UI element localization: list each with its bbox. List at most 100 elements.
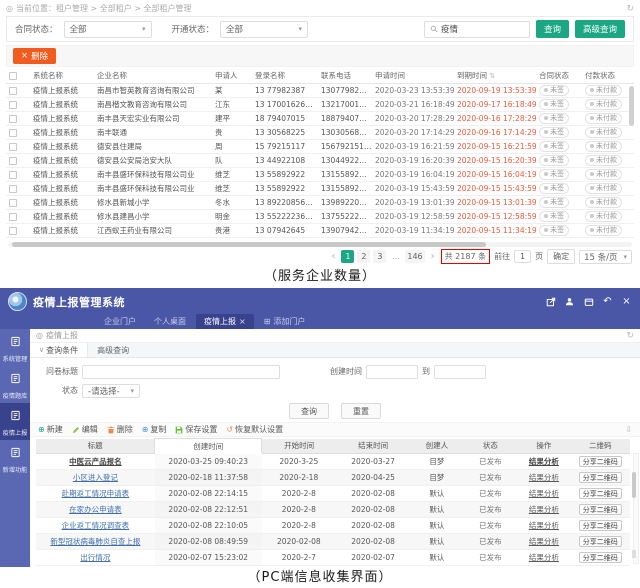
survey-title-link[interactable]: 在家办公申请表 — [69, 505, 122, 514]
row-checkbox[interactable] — [9, 129, 17, 137]
restore-default-button[interactable]: ↺恢复默认设置 — [226, 424, 283, 435]
column-header[interactable]: 登录名称 — [252, 68, 318, 83]
scrollbar-thumb[interactable] — [632, 472, 636, 498]
page-button[interactable]: 2 — [357, 250, 370, 263]
new-window-icon[interactable] — [545, 296, 556, 307]
select-all-checkbox[interactable] — [9, 72, 17, 80]
survey-title-link[interactable]: 出行情况 — [80, 553, 110, 562]
share-qrcode-button[interactable]: 分享二维码 — [579, 456, 622, 467]
row-checkbox[interactable] — [9, 171, 17, 179]
close-tab-icon[interactable]: × — [239, 317, 246, 326]
page-button[interactable]: 3 — [373, 250, 386, 263]
page-size-select[interactable]: 15 条/页▾ — [579, 250, 632, 264]
survey-title-link[interactable]: 中医云产品报名 — [69, 457, 122, 466]
survey-title-link[interactable]: 赴期返工情况申请表 — [62, 489, 130, 498]
result-analysis-link[interactable]: 结果分析 — [529, 505, 559, 514]
save-settings-button[interactable]: 保存设置 — [175, 424, 217, 435]
open-status-select[interactable]: 全部▾ — [220, 21, 308, 38]
vertical-scrollbar[interactable] — [633, 453, 639, 564]
survey-title-link[interactable]: 小区进入登记 — [73, 473, 118, 482]
survey-title-link[interactable]: 新型冠状病毒肺炎自查上报 — [50, 537, 140, 546]
table-row[interactable]: 疫情上报系统 南丰县盛环保科技有限公司业 维芝 13 55892922 1315… — [6, 181, 634, 195]
collapse-icon[interactable]: ⇩ — [625, 425, 632, 434]
edit-button[interactable]: 编辑 — [72, 424, 98, 435]
column-header[interactable]: 二维码 — [571, 439, 630, 454]
column-header[interactable]: 创建人 — [410, 439, 463, 454]
column-header[interactable]: 操作 — [517, 439, 570, 454]
user-icon[interactable] — [564, 296, 575, 307]
result-analysis-link[interactable]: 结果分析 — [529, 537, 559, 546]
sort-icon[interactable]: ⇅ — [489, 72, 495, 80]
result-analysis-link[interactable]: 结果分析 — [529, 553, 559, 562]
delete-button[interactable]: 删除 — [107, 424, 133, 435]
result-analysis-link[interactable]: 结果分析 — [529, 521, 559, 530]
scrollbar-thumb[interactable] — [12, 242, 486, 247]
column-header[interactable]: 付款状态 — [582, 68, 634, 83]
vertical-scrollbar[interactable] — [629, 86, 634, 126]
confirm-button[interactable]: 确定 — [547, 249, 575, 264]
row-checkbox[interactable] — [9, 157, 17, 165]
share-qrcode-button[interactable]: 分享二维码 — [579, 504, 622, 515]
created-to-input[interactable] — [434, 365, 486, 379]
column-header[interactable]: 系统名称 — [30, 68, 94, 83]
table-row[interactable]: 疫情上报系统 南昌楷文教育咨询有限公司 江东 13 17001626… 1321… — [6, 97, 634, 111]
column-header[interactable]: 状态 — [464, 439, 517, 454]
table-row[interactable]: 出行情况 2020-02-07 15:23:02 2020-2-7 2020-0… — [36, 550, 630, 566]
table-row[interactable]: 疫情上报系统 南丰县天宏实业有限公司 建平 18 79407015 188794… — [6, 111, 634, 125]
survey-title-input[interactable] — [82, 365, 280, 379]
query-button[interactable]: 查询 — [289, 403, 329, 419]
row-checkbox[interactable] — [9, 227, 17, 235]
new-button[interactable]: ⊕新建 — [38, 424, 63, 435]
search-input[interactable] — [441, 24, 523, 34]
table-row[interactable]: 疫情上报系统 南丰联通 贵 13 30568225 13030568… 2020… — [6, 125, 634, 139]
close-icon[interactable]: × — [621, 296, 632, 307]
status-select[interactable]: -请选择-▾ — [82, 384, 140, 398]
column-header[interactable]: 合同状态 — [536, 68, 582, 83]
refresh-icon[interactable]: ↻ — [626, 331, 634, 341]
share-qrcode-button[interactable]: 分享二维码 — [579, 536, 622, 547]
row-checkbox[interactable] — [9, 115, 17, 123]
row-checkbox[interactable] — [9, 101, 17, 109]
table-row[interactable]: 疫情上报系统 德安县住建局 周 15 79215117 156792151… 2… — [6, 139, 634, 153]
next-page-icon[interactable]: › — [429, 251, 437, 262]
tab-advanced-query[interactable]: 高级查询 — [88, 343, 138, 357]
created-from-input[interactable] — [366, 365, 418, 379]
panel-icon[interactable] — [583, 296, 594, 307]
back-icon[interactable]: ↶ — [602, 296, 613, 307]
column-header[interactable]: 开始时间 — [262, 439, 336, 454]
result-analysis-link[interactable]: 结果分析 — [529, 473, 559, 482]
result-analysis-link[interactable]: 结果分析 — [529, 457, 559, 466]
table-row[interactable]: 企业返工情况调查表 2020-02-08 22:10:05 2020-2-8 2… — [36, 518, 630, 534]
copy-button[interactable]: ⊕复制 — [142, 424, 167, 435]
column-header[interactable]: 联系电话 — [318, 68, 372, 83]
row-checkbox[interactable] — [9, 87, 17, 95]
sidebar-item[interactable]: 新增功能 — [0, 440, 30, 477]
table-row[interactable]: 疫情上报系统 修水县新城小学 冬水 13 89220856… 13989220…… — [6, 195, 634, 209]
reset-button[interactable]: 重置 — [341, 403, 381, 419]
portal-tab-2[interactable]: 疫情上报× — [196, 314, 254, 329]
row-checkbox[interactable] — [9, 143, 17, 151]
table-row[interactable]: 新型冠状病毒肺炎自查上报 2020-02-08 08:49:59 2020-02… — [36, 534, 630, 550]
survey-title-link[interactable]: 企业返工情况调查表 — [62, 521, 130, 530]
share-qrcode-button[interactable]: 分享二维码 — [579, 472, 622, 483]
column-header[interactable]: 结束时间 — [336, 439, 410, 454]
goto-page-input[interactable] — [514, 250, 531, 263]
column-header[interactable]: 申请时间 — [372, 68, 454, 83]
table-row[interactable]: 赴期返工情况申请表 2020-02-08 22:14:15 2020-2-8 2… — [36, 486, 630, 502]
table-row[interactable]: 小区进入登记 2020-02-18 11:37:58 2020-2-18 202… — [36, 470, 630, 486]
row-checkbox[interactable] — [9, 185, 17, 193]
refresh-icon[interactable]: ↻ — [626, 4, 634, 14]
page-button[interactable]: 1 — [341, 250, 354, 263]
table-row[interactable]: 疫情上报系统 南昌市智英教育咨询有限公司 某 13 77982387 13077… — [6, 83, 634, 97]
row-checkbox[interactable] — [9, 213, 17, 221]
portal-tab-1[interactable]: 个人桌面 — [146, 314, 194, 329]
column-header[interactable]: 到期时间 ⇅ — [454, 68, 536, 83]
column-header[interactable]: 企业名称 — [94, 68, 212, 83]
share-qrcode-button[interactable]: 分享二维码 — [579, 552, 622, 563]
contract-status-select[interactable]: 全部▾ — [64, 21, 152, 38]
sidebar-item[interactable]: 系统管理 — [0, 329, 30, 366]
page-button[interactable]: 146 — [405, 250, 424, 263]
result-analysis-link[interactable]: 结果分析 — [529, 489, 559, 498]
sidebar-item[interactable]: 疫情题库 — [0, 366, 30, 403]
table-row[interactable]: 中医云产品报名 2020-03-25 09:40:23 2020-3-25 20… — [36, 454, 630, 470]
